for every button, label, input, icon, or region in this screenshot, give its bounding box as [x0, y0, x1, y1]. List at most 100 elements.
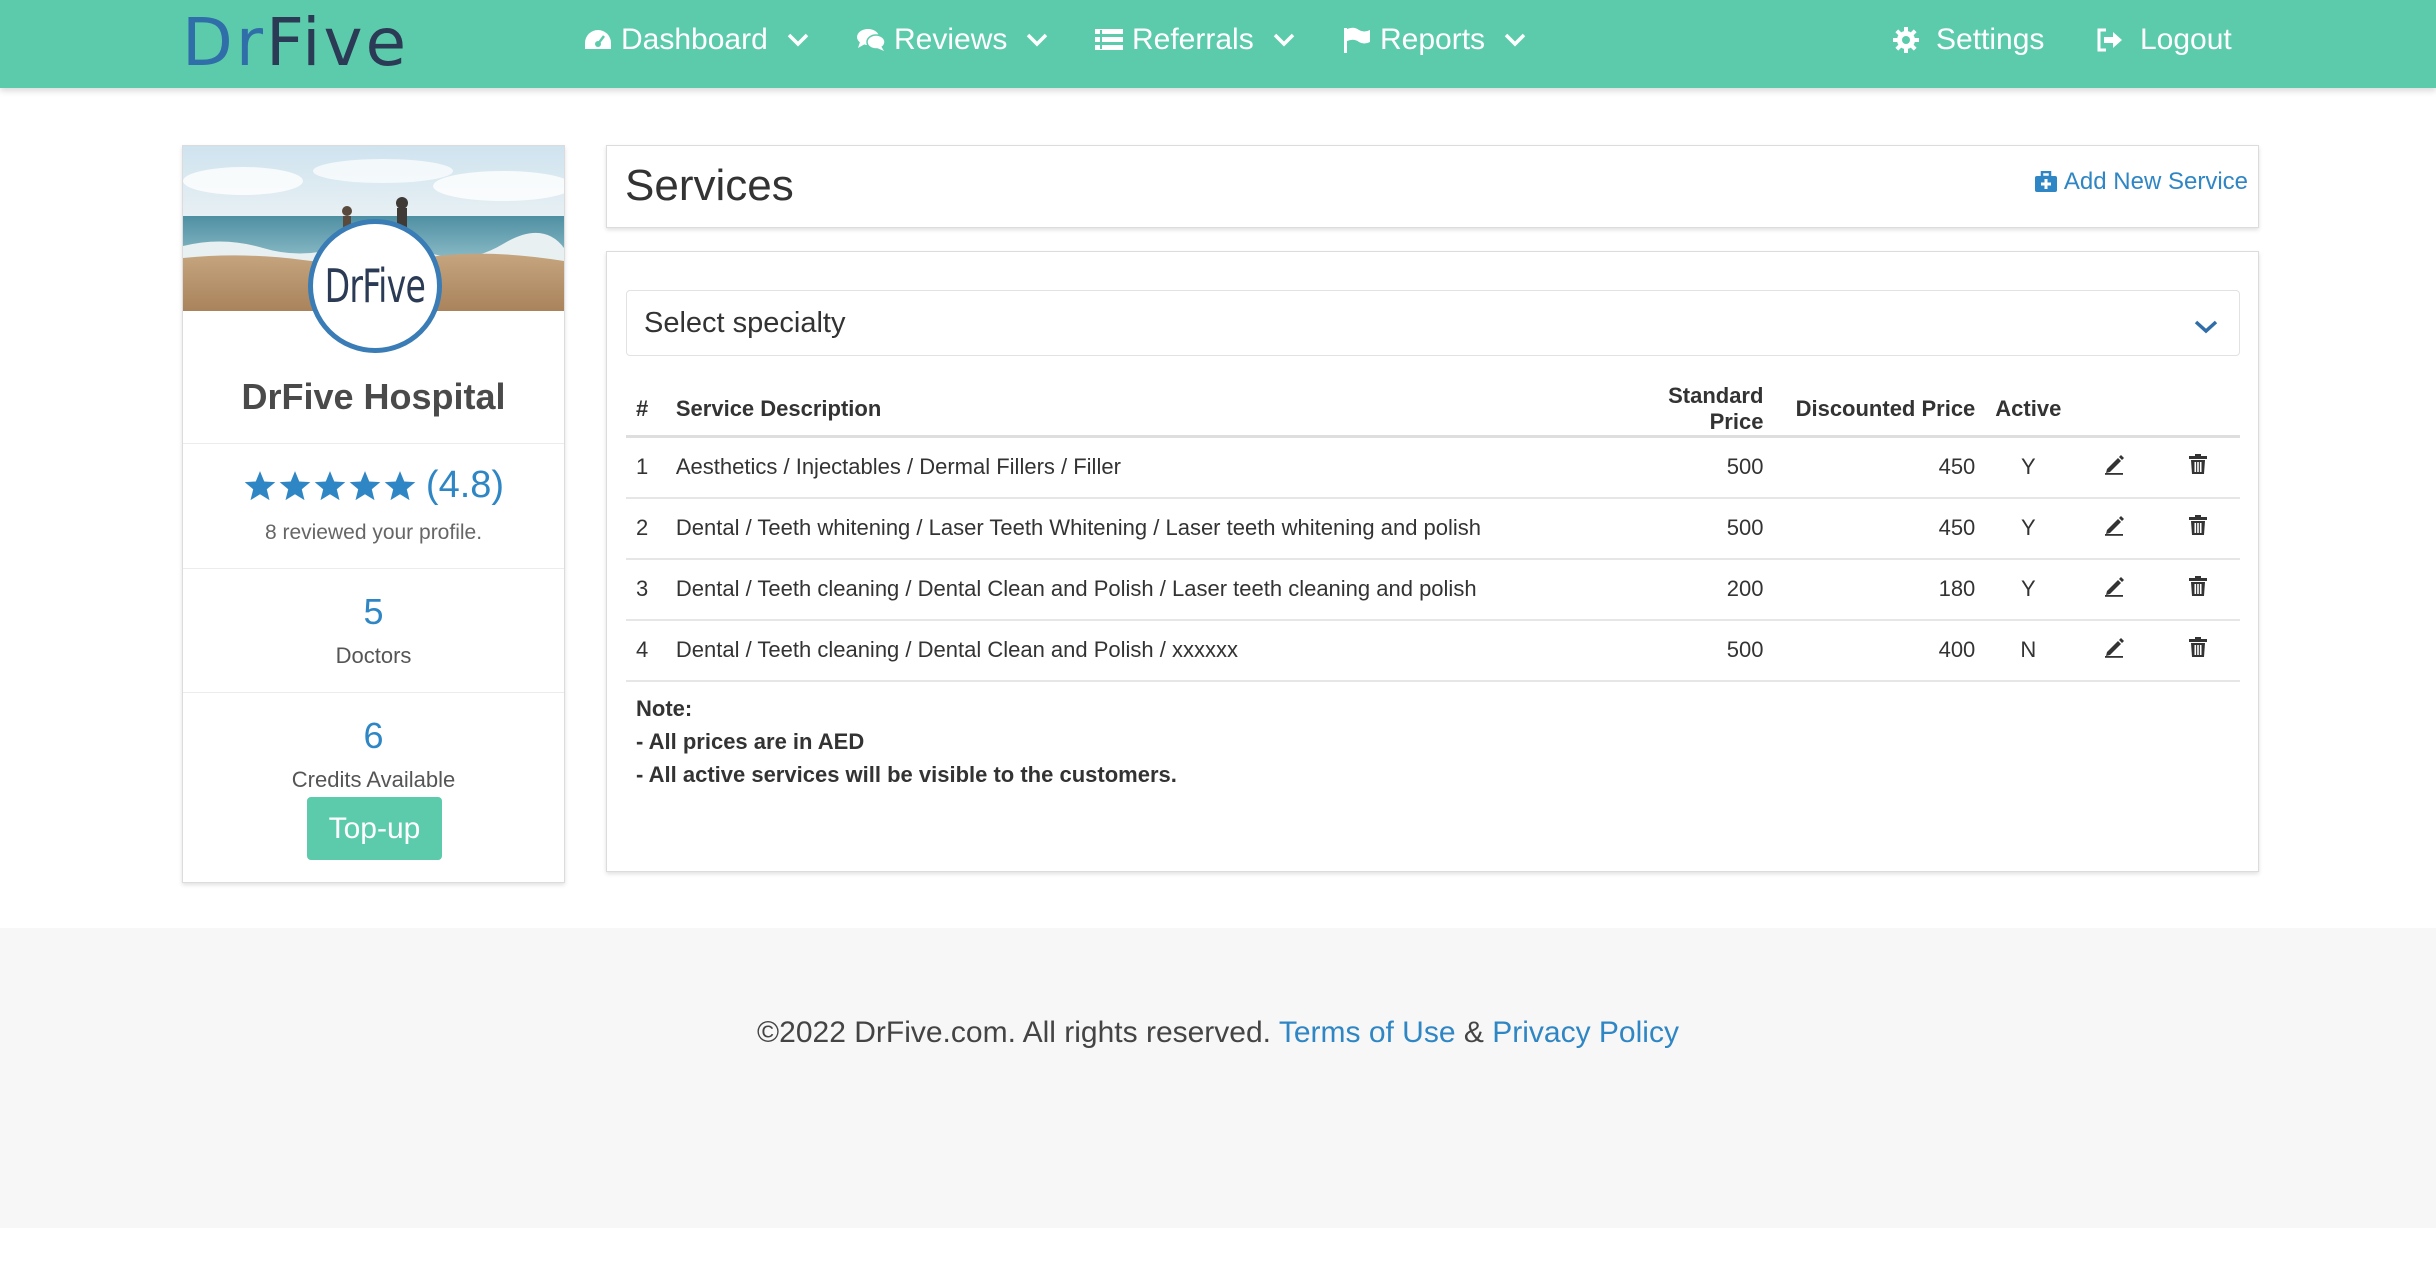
list-icon	[1094, 27, 1124, 53]
star-icon	[280, 470, 311, 500]
table-row: 4 Dental / Teeth cleaning / Dental Clean…	[626, 619, 2240, 682]
chevron-down-icon	[1025, 32, 1049, 48]
credits-count: 6	[363, 715, 384, 756]
col-header-edit	[2071, 383, 2156, 438]
add-new-service-label: Add New Service	[2063, 168, 2248, 195]
row-discounted-price: 450	[1773, 436, 1986, 499]
nav-reviews[interactable]: Reviews	[856, 0, 1049, 80]
star-icon	[350, 470, 381, 500]
nav-dashboard-label: Dashboard	[621, 23, 768, 56]
dashboard-icon	[583, 27, 613, 53]
star-icon	[245, 470, 276, 500]
table-row: 3 Dental / Teeth cleaning / Dental Clean…	[626, 558, 2240, 621]
row-num: 2	[626, 497, 666, 560]
chevron-down-icon	[2193, 311, 2219, 344]
footer: ©2022 DrFive.com. All rights reserved. T…	[0, 928, 2436, 1228]
terms-of-use-link[interactable]: Terms of Use	[1279, 1016, 1456, 1049]
row-standard-price: 500	[1613, 436, 1774, 499]
edit-icon[interactable]	[2103, 636, 2125, 658]
table-header-row: # Service Description Standard Price Dis…	[626, 383, 2240, 438]
reviewed-count: 8 reviewed your profile.	[264, 521, 483, 544]
divider	[183, 692, 564, 693]
services-panel: Select specialty # Service Description S…	[606, 251, 2259, 872]
row-active: Y	[1985, 558, 2072, 621]
chevron-down-icon	[786, 32, 810, 48]
nav-reports-label: Reports	[1380, 23, 1486, 56]
star-icon	[385, 470, 416, 500]
row-active: Y	[1985, 497, 2072, 560]
brand-logo[interactable]: DrFive	[182, 4, 409, 81]
services-table: # Service Description Standard Price Dis…	[626, 383, 2240, 682]
nav-reports[interactable]: Reports	[1342, 0, 1527, 80]
flag-icon	[1342, 26, 1372, 54]
medkit-icon	[2034, 171, 2058, 193]
trash-icon[interactable]	[2188, 575, 2208, 597]
divider	[183, 568, 564, 569]
nav-dashboard[interactable]: Dashboard	[583, 0, 810, 80]
credits-label: Credits Available	[291, 767, 456, 792]
page-title: Services	[625, 161, 794, 210]
pricing-note: Note: - All prices are in AED - All acti…	[636, 692, 1177, 791]
row-discounted-price: 180	[1773, 558, 1986, 621]
table-row: 1 Aesthetics / Injectables / Dermal Fill…	[626, 436, 2240, 499]
row-active: N	[1985, 619, 2072, 682]
doctors-count: 5	[363, 591, 384, 632]
topup-button[interactable]: Top-up	[307, 797, 442, 860]
nav-reviews-label: Reviews	[894, 23, 1008, 56]
star-icon	[315, 470, 346, 500]
edit-icon[interactable]	[2103, 575, 2125, 597]
comments-icon	[856, 27, 886, 53]
specialty-select[interactable]: Select specialty	[626, 290, 2240, 356]
edit-icon[interactable]	[2103, 453, 2125, 476]
specialty-select-value: Select specialty	[644, 306, 846, 339]
chevron-down-icon	[1272, 32, 1296, 48]
row-standard-price: 500	[1613, 619, 1774, 682]
chevron-down-icon	[1503, 32, 1527, 48]
divider	[183, 443, 564, 444]
rating-score: (4.8)	[425, 464, 505, 506]
profile-card: DrFive DrFive Hospital (4.8) 8 reviewed …	[182, 145, 565, 883]
nav-referrals-label: Referrals	[1132, 23, 1254, 56]
row-description: Aesthetics / Injectables / Dermal Filler…	[665, 436, 1614, 499]
nav-logout[interactable]: Logout	[2096, 0, 2232, 80]
trash-icon[interactable]	[2188, 453, 2208, 475]
row-standard-price: 500	[1613, 497, 1774, 560]
row-standard-price: 200	[1613, 558, 1774, 621]
row-description: Dental / Teeth cleaning / Dental Clean a…	[665, 558, 1614, 621]
hospital-name: DrFive Hospital	[241, 376, 506, 417]
trash-icon[interactable]	[2188, 636, 2208, 658]
nav-settings-label: Settings	[1936, 23, 2045, 56]
avatar: DrFive	[308, 219, 442, 353]
col-header-description: Service Description	[665, 383, 1614, 438]
copyright-text: ©2022 DrFive.com. All rights reserved.	[757, 1016, 1272, 1049]
rating-stars: (4.8)	[183, 464, 564, 507]
row-num: 4	[626, 619, 666, 682]
col-header-num: #	[626, 383, 666, 438]
col-header-discounted-price: Discounted Price	[1773, 383, 1986, 438]
note-title: Note:	[636, 696, 693, 721]
nav-referrals[interactable]: Referrals	[1094, 0, 1296, 80]
row-description: Dental / Teeth cleaning / Dental Clean a…	[665, 619, 1614, 682]
nav-logout-label: Logout	[2140, 23, 2232, 56]
sign-out-icon	[2096, 27, 2124, 53]
top-navbar: DrFive Dashboard Reviews Referrals Repor…	[0, 0, 2436, 88]
table-row: 2 Dental / Teeth whitening / Laser Teeth…	[626, 497, 2240, 560]
gear-icon	[1892, 26, 1920, 54]
avatar-logo-text: DrFive	[324, 259, 426, 313]
nav-settings[interactable]: Settings	[1892, 0, 2044, 80]
row-discounted-price: 400	[1773, 619, 1986, 682]
col-header-active: Active	[1985, 383, 2072, 438]
row-discounted-price: 450	[1773, 497, 1986, 560]
col-header-standard-price: Standard Price	[1613, 383, 1774, 438]
trash-icon[interactable]	[2188, 514, 2208, 536]
add-new-service-link[interactable]: Add New Service	[2034, 168, 2248, 196]
row-active: Y	[1985, 436, 2072, 499]
edit-icon[interactable]	[2103, 514, 2125, 536]
ampersand: &	[1463, 1016, 1484, 1049]
privacy-policy-link[interactable]: Privacy Policy	[1492, 1016, 1679, 1049]
row-description: Dental / Teeth whitening / Laser Teeth W…	[665, 497, 1614, 560]
note-line: - All active services will be visible to…	[636, 762, 1177, 787]
doctors-label: Doctors	[335, 643, 412, 668]
row-num: 3	[626, 558, 666, 621]
row-num: 1	[626, 436, 666, 499]
